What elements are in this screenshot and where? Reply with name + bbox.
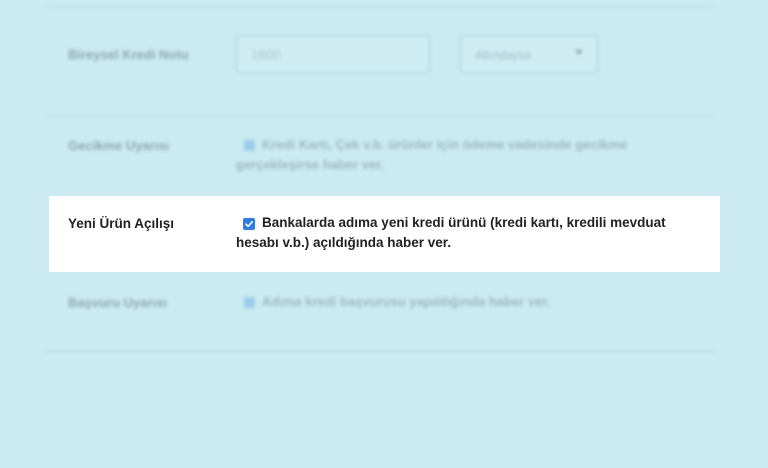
application-warning-description: Adıma kredi başvurusu yapıldığında haber… [262, 294, 551, 309]
divider [46, 6, 714, 7]
late-warning-label: Gecikme Uyarısı [68, 138, 170, 153]
condition-select-value: Altındaysa [475, 48, 532, 62]
credit-score-label: Bireysel Kredi Notu [68, 47, 189, 62]
credit-score-value: 1600 [251, 47, 280, 62]
credit-score-condition-select[interactable]: Altındaysa [460, 35, 598, 73]
notification-settings-panel: Bireysel Kredi Notu 1600 Altındaysa Geci… [0, 0, 768, 468]
new-product-description: Bankalarda adıma yeni kredi ürünü (kredi… [236, 215, 666, 250]
credit-score-input[interactable]: 1600 [236, 35, 430, 73]
chevron-down-icon [575, 50, 583, 55]
divider [46, 117, 714, 118]
late-warning-description: Kredi Kartı, Çek v.b. ürünler için ödeme… [236, 137, 628, 172]
new-product-row-card: Yeni Ürün Açılışı Bankalarda adıma yeni … [49, 196, 720, 272]
divider [46, 351, 714, 352]
application-warning-label: Başvuru Uyarısı [68, 295, 167, 310]
new-product-label: Yeni Ürün Açılışı [68, 216, 175, 231]
